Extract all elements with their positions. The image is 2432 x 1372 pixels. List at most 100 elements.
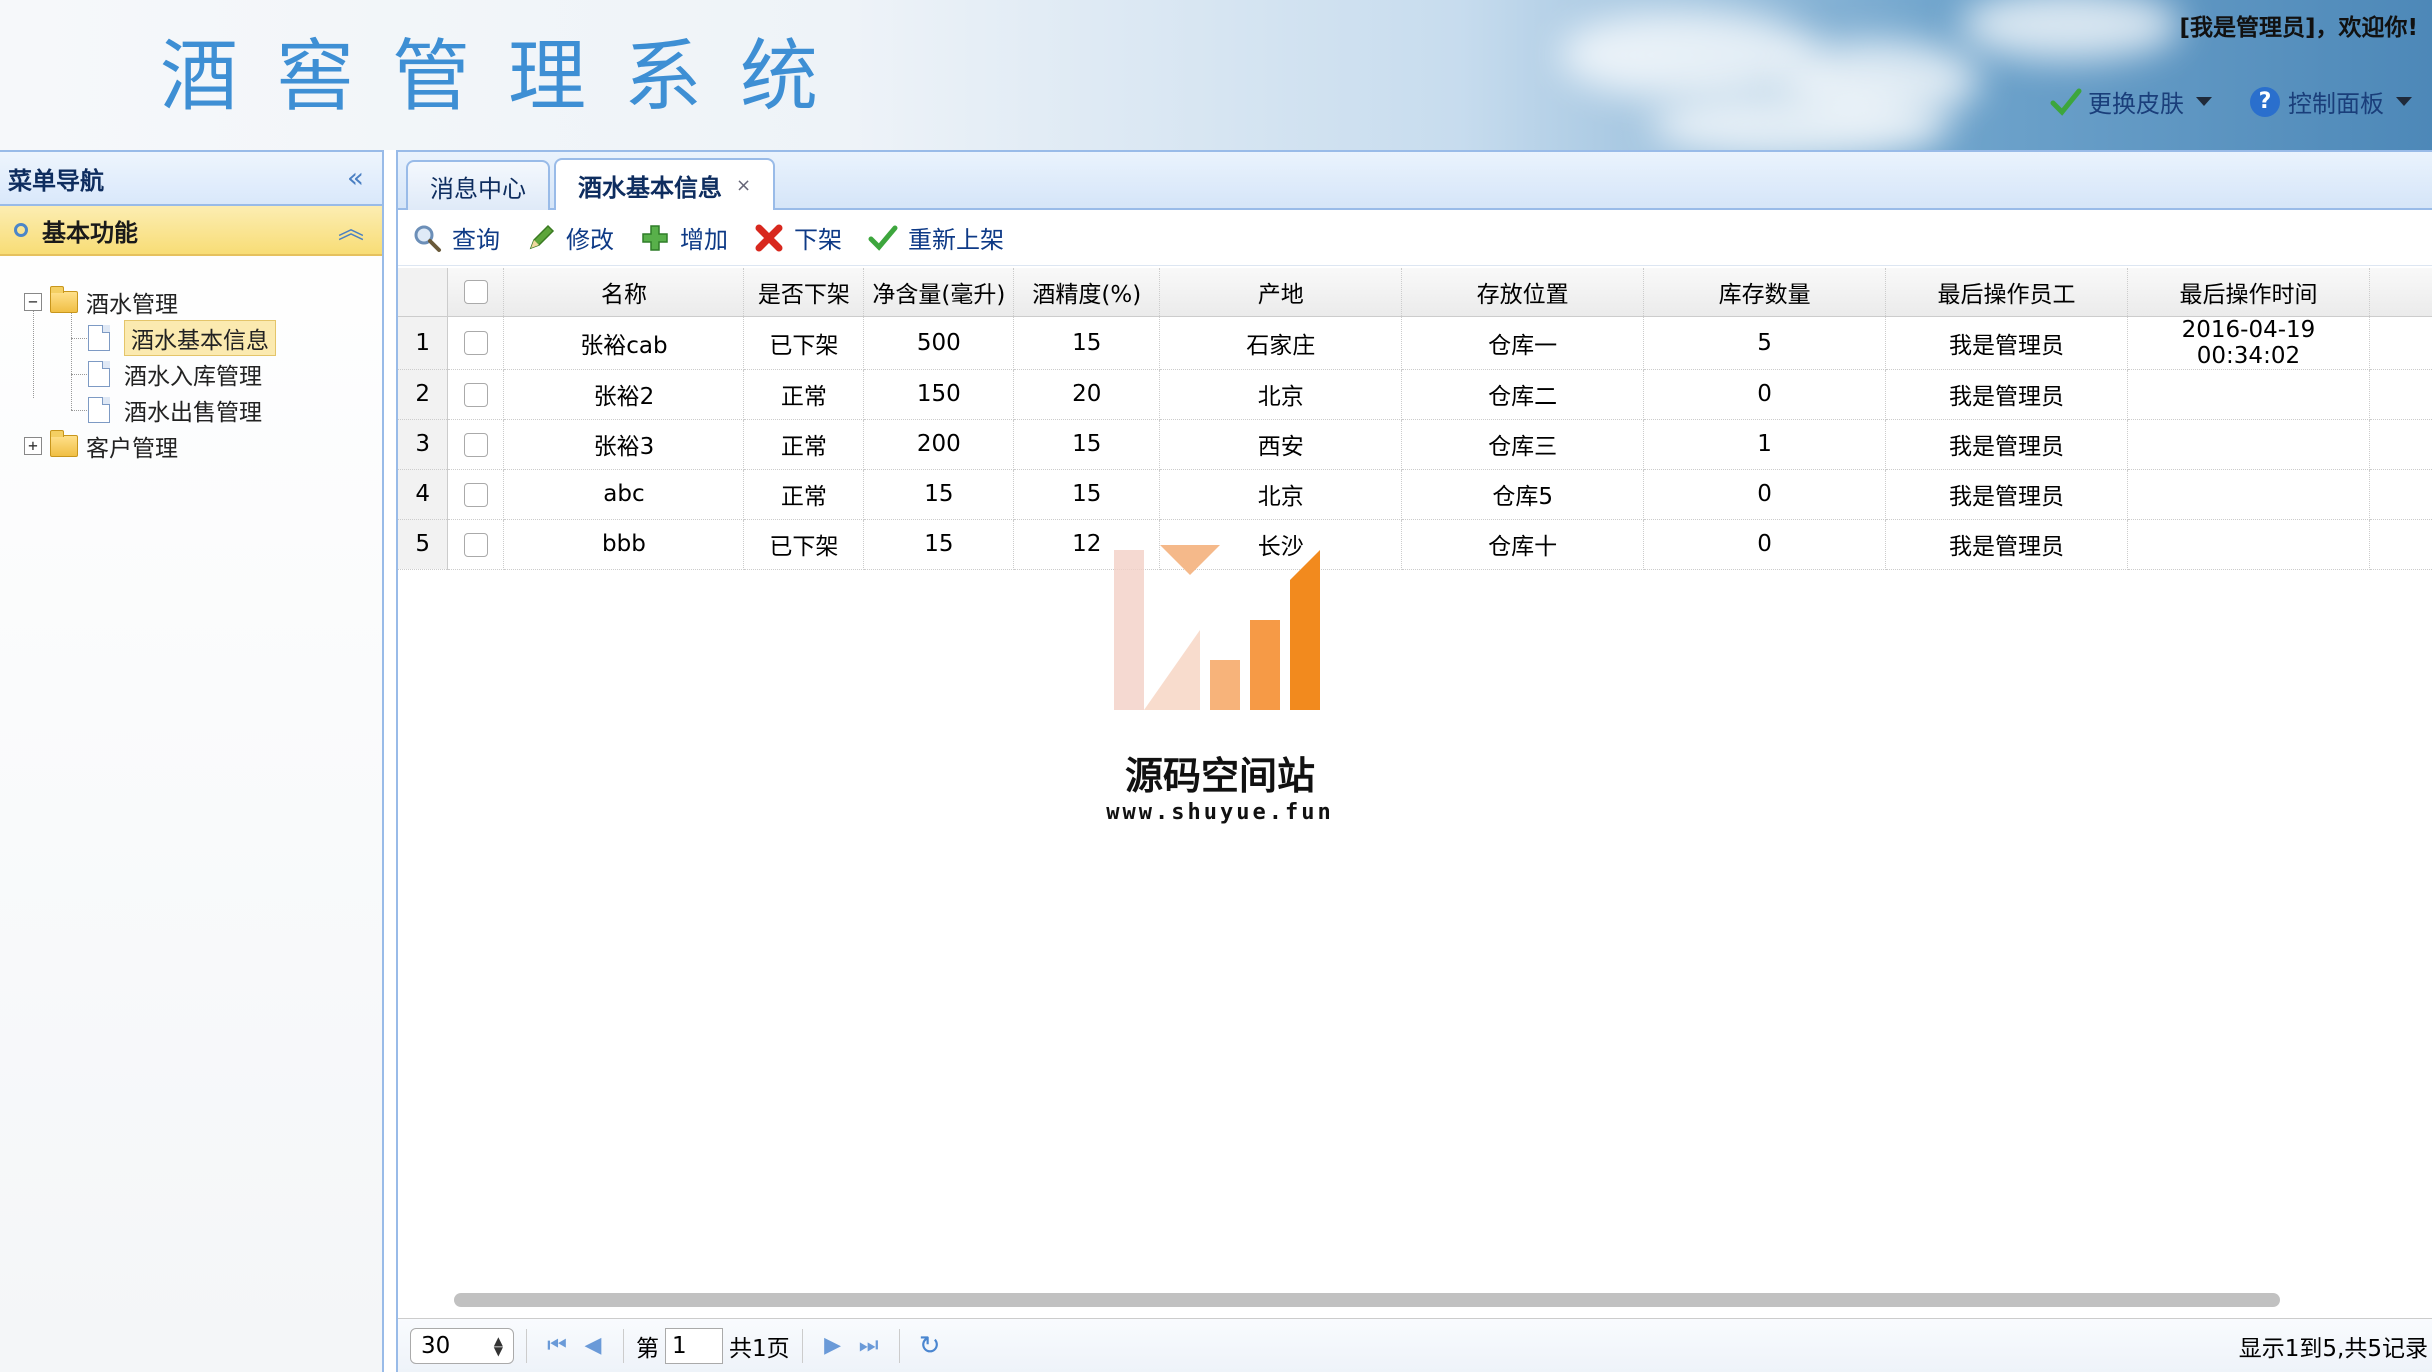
next-page-icon[interactable]: ▶	[815, 1333, 851, 1358]
sidebar: 菜单导航 « 基本功能 ︽ − 酒水管理 酒水基本信息 酒水入库管理 酒水出售管…	[0, 150, 384, 1372]
pager-separator	[623, 1328, 624, 1363]
menu-tree: − 酒水管理 酒水基本信息 酒水入库管理 酒水出售管理 + 客户管理	[0, 256, 382, 556]
tree-item-wine-basic-info[interactable]: 酒水基本信息	[88, 320, 276, 356]
tree-node-customer-management[interactable]: + 客户管理	[24, 430, 178, 462]
folder-icon	[50, 430, 78, 457]
tree-item-wine-stock-in[interactable]: 酒水入库管理	[88, 358, 262, 390]
check-icon	[868, 223, 898, 253]
cell-stock: 1	[1643, 419, 1887, 470]
control-panel-label: 控制面板	[2288, 90, 2384, 118]
column-header[interactable]: 净含量(毫升)	[863, 268, 1015, 317]
prev-page-icon[interactable]: ◀	[575, 1333, 611, 1358]
remove-button[interactable]: 下架	[754, 220, 842, 255]
folder-icon	[50, 286, 78, 313]
close-icon[interactable]: ×	[736, 175, 751, 196]
cell-operator: 我是管理员	[1885, 369, 2128, 420]
select-arrows-icon: ▲ ▼	[493, 1333, 503, 1358]
control-panel-menu[interactable]: ? 控制面板	[2250, 84, 2412, 119]
tab-wine-basic-info[interactable]: 酒水基本信息 ×	[554, 158, 776, 210]
select-all-checkbox[interactable]	[447, 268, 505, 317]
row-checkbox[interactable]	[447, 469, 505, 520]
page-number-input[interactable]: 1	[665, 1327, 723, 1364]
cell-status: 已下架	[743, 519, 865, 570]
relist-button[interactable]: 重新上架	[868, 220, 1004, 255]
page-prefix: 第	[636, 1335, 659, 1362]
last-page-icon[interactable]: ⏭	[851, 1333, 887, 1358]
watermark-url: www.shuyue.fun	[1106, 800, 1334, 825]
cell-volume: 150	[863, 369, 1015, 420]
data-grid: 名称 是否下架 净含量(毫升) 酒精度(%) 产地 存放位置 库存数量 最后操作…	[398, 268, 2432, 570]
red-cross-icon	[754, 223, 784, 253]
cell-alcohol: 15	[1013, 419, 1161, 470]
column-header[interactable]: 产地	[1159, 268, 1403, 317]
row-number: 2	[398, 369, 449, 420]
cell-status: 已下架	[743, 316, 865, 370]
row-checkbox[interactable]	[447, 519, 505, 570]
column-header[interactable]: 库存数量	[1643, 268, 1887, 317]
tree-item-wine-sales[interactable]: 酒水出售管理	[88, 394, 262, 426]
page-size-select[interactable]: 30 ▲ ▼	[410, 1327, 514, 1364]
table-row[interactable]: 4 abc 正常 15 15 北京 仓库5 0 我是管理员	[398, 469, 2432, 520]
file-icon	[88, 325, 110, 351]
tree-node-wine-management[interactable]: − 酒水管理	[24, 286, 178, 318]
cell-operator: 我是管理员	[1885, 519, 2128, 570]
first-page-icon[interactable]: ⏮	[539, 1333, 575, 1358]
main-panel: 消息中心 酒水基本信息 × 查询 修改 增加 下架 重新上架 名称 是否下架 净…	[396, 150, 2432, 1372]
cell-operator: 我是管理员	[1885, 469, 2128, 520]
cell-stock: 0	[1643, 369, 1887, 420]
row-checkbox[interactable]	[447, 316, 505, 370]
change-skin-menu[interactable]: 更换皮肤	[2050, 84, 2212, 119]
help-icon: ?	[2250, 86, 2280, 117]
plus-icon	[640, 223, 670, 253]
column-header[interactable]: 名称	[503, 268, 745, 317]
tree-item-label: 酒水入库管理	[124, 364, 262, 390]
cell-stock: 0	[1643, 519, 1887, 570]
collapse-left-icon[interactable]: «	[347, 164, 364, 192]
filler-header	[2369, 268, 2432, 317]
refresh-icon[interactable]: ↻	[912, 1331, 948, 1361]
sidebar-title: 菜单导航	[8, 166, 104, 195]
row-checkbox[interactable]	[447, 369, 505, 420]
wine-table: 名称 是否下架 净含量(毫升) 酒精度(%) 产地 存放位置 库存数量 最后操作…	[398, 268, 2432, 570]
cell-operator: 我是管理员	[1885, 316, 2128, 370]
cell-stock: 0	[1643, 469, 1887, 520]
rownum-header	[398, 268, 449, 317]
table-row[interactable]: 1 张裕cab 已下架 500 15 石家庄 仓库一 5 我是管理员 2016-…	[398, 316, 2432, 370]
row-number: 4	[398, 469, 449, 520]
file-icon	[88, 361, 110, 387]
tree-item-label: 酒水基本信息	[124, 320, 276, 356]
chevron-down-icon	[2396, 97, 2412, 106]
record-info: 显示1到5,共5记录	[2238, 1335, 2428, 1362]
table-row[interactable]: 5 bbb 已下架 15 12 长沙 仓库十 0 我是管理员	[398, 519, 2432, 570]
column-header[interactable]: 存放位置	[1401, 268, 1645, 317]
filler-cell	[2369, 519, 2432, 570]
horizontal-scrollbar[interactable]	[454, 1293, 2280, 1307]
app-header: 酒窖管理系统 [我是管理员]，欢迎你! 更换皮肤 ? 控制面板	[0, 0, 2432, 150]
column-header[interactable]: 最后操作员工	[1885, 268, 2128, 317]
table-row[interactable]: 2 张裕2 正常 150 20 北京 仓库二 0 我是管理员	[398, 369, 2432, 420]
file-icon	[88, 397, 110, 423]
cell-origin: 石家庄	[1159, 316, 1403, 370]
edit-button[interactable]: 修改	[526, 220, 614, 255]
add-button[interactable]: 增加	[640, 220, 728, 255]
query-button[interactable]: 查询	[412, 220, 500, 255]
column-header[interactable]: 是否下架	[743, 268, 865, 317]
table-row[interactable]: 3 张裕3 正常 200 15 西安 仓库三 1 我是管理员	[398, 419, 2432, 470]
system-title: 酒窖管理系统	[160, 32, 857, 122]
tab-message-center[interactable]: 消息中心	[406, 160, 550, 210]
cell-origin: 西安	[1159, 419, 1403, 470]
collapse-toggle-icon[interactable]: −	[24, 293, 42, 311]
cell-location: 仓库二	[1401, 369, 1645, 420]
column-header[interactable]: 酒精度(%)	[1013, 268, 1161, 317]
sidebar-section-basic[interactable]: 基本功能 ︽	[0, 206, 382, 256]
cell-status: 正常	[743, 369, 865, 420]
cell-origin: 北京	[1159, 469, 1403, 520]
cell-alcohol: 15	[1013, 316, 1161, 370]
pencil-icon	[526, 223, 556, 253]
column-header[interactable]: 最后操作时间	[2127, 268, 2370, 317]
cell-volume: 15	[863, 469, 1015, 520]
filler-cell	[2369, 419, 2432, 470]
row-checkbox[interactable]	[447, 419, 505, 470]
expand-toggle-icon[interactable]: +	[24, 437, 42, 455]
collapse-up-icon[interactable]: ︽	[338, 217, 364, 243]
